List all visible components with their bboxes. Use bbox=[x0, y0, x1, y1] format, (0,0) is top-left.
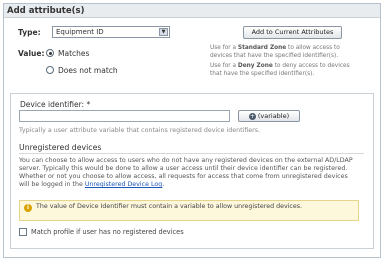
section-divider bbox=[19, 153, 364, 154]
plus-icon: + bbox=[248, 112, 256, 120]
matches-radio[interactable] bbox=[46, 49, 54, 57]
standard-zone-hint: Use for a Standard Zone to allow access … bbox=[210, 45, 340, 59]
match-profile-checkbox[interactable] bbox=[19, 228, 27, 236]
unregistered-devices-text: You can choose to allow access to users … bbox=[19, 157, 353, 188]
device-identifier-section: Device identifier: * + (variable) Typical… bbox=[10, 93, 374, 249]
add-to-current-attributes-button[interactable]: Add to Current Attributes bbox=[243, 26, 342, 39]
does-not-match-radio[interactable] bbox=[46, 66, 54, 74]
device-identifier-input[interactable] bbox=[19, 110, 230, 122]
warning-icon: i bbox=[24, 204, 32, 212]
device-identifier-hint: Typically a user attribute variable that… bbox=[19, 127, 261, 134]
does-not-match-label: Does not match bbox=[58, 66, 118, 75]
device-identifier-label: Device identifier: * bbox=[20, 100, 91, 109]
match-profile-label: Match profile if user has no registered … bbox=[31, 228, 184, 236]
unregistered-device-log-link[interactable]: Unregistered Device Log bbox=[85, 181, 162, 188]
unregistered-warning: i The value of Device Identifier must co… bbox=[19, 200, 359, 221]
type-select[interactable]: Equipment ID ▼ bbox=[52, 26, 170, 38]
add-attributes-panel: Add attribute(s) Type: Equipment ID ▼ Ad… bbox=[3, 3, 381, 258]
chevron-down-icon[interactable]: ▼ bbox=[159, 28, 168, 36]
type-select-value: Equipment ID bbox=[56, 28, 104, 36]
variable-button[interactable]: + (variable) bbox=[238, 110, 300, 122]
unregistered-devices-title: Unregistered devices bbox=[19, 143, 102, 152]
matches-label: Matches bbox=[58, 49, 90, 58]
deny-zone-hint: Use for a Deny Zone to deny access to de… bbox=[210, 63, 350, 77]
panel-title: Add attribute(s) bbox=[4, 4, 380, 18]
type-label: Type: bbox=[18, 28, 41, 37]
value-label: Value: bbox=[18, 49, 45, 58]
